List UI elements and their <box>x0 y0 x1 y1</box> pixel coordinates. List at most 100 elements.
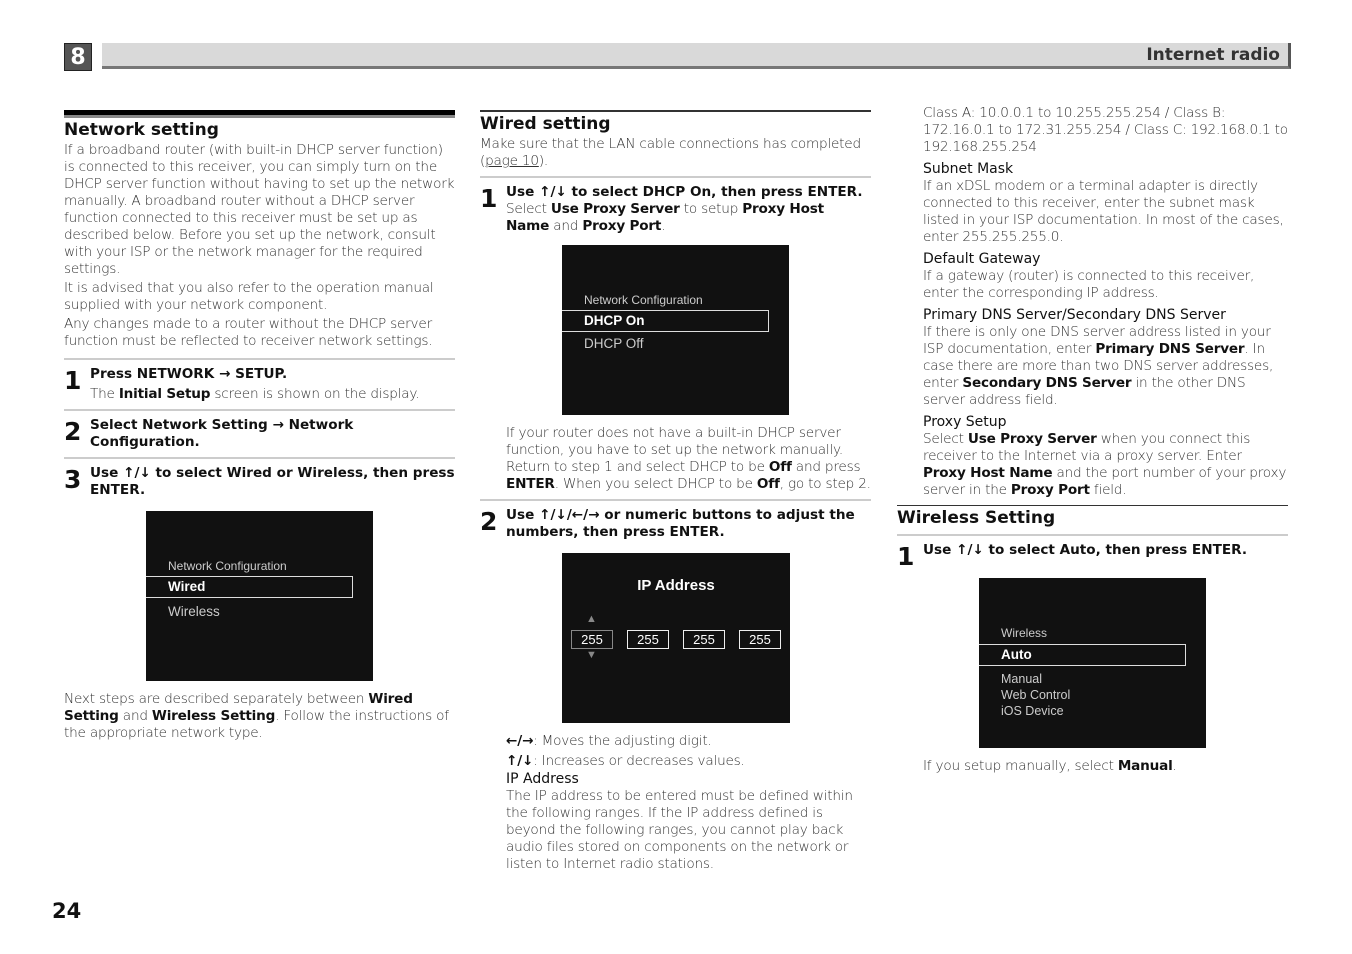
osd-item: Manual <box>1001 672 1042 686</box>
text-segment: : Moves the adjusting digit. <box>533 733 712 749</box>
paragraph: If an xDSL modem or a terminal adapter i… <box>923 178 1288 246</box>
step-heading: Use ↑/↓/←/→ or numeric buttons to adjust… <box>506 507 855 540</box>
up-arrow-icon: ▲ <box>586 613 597 625</box>
chapter-badge: 8 <box>64 43 92 71</box>
down-arrow-icon: ▼ <box>586 649 597 661</box>
section-title: Internet radio <box>1146 45 1280 65</box>
text-segment: Proxy Host Name <box>923 465 1053 481</box>
text-segment: Next steps are described separately betw… <box>64 691 369 707</box>
paragraph: If a gateway (router) is connected to th… <box>923 268 1288 302</box>
paragraph: Select Use Proxy Server when you connect… <box>923 431 1288 499</box>
paragraph: If a broadband router (with built-in DHC… <box>64 142 455 278</box>
header-bar <box>102 43 1291 69</box>
step-2: 2 Select Network Setting → Network Confi… <box>64 409 455 451</box>
paragraph: Class A: 10.0.0.1 to 10.255.255.254 / Cl… <box>923 105 1288 156</box>
osd-item: iOS Device <box>1001 704 1064 718</box>
text-segment: It is advised that you also refer to the… <box>64 280 434 313</box>
text-segment: : Increases or decreases values. <box>533 753 745 769</box>
text-segment: . <box>661 218 666 234</box>
right-column: Class A: 10.0.0.1 to 10.255.255.254 / Cl… <box>897 105 1288 775</box>
subheading: Default Gateway <box>923 251 1041 267</box>
text-segment: If a gateway (router) is connected to th… <box>923 268 1255 301</box>
osd-selected-item: Wired <box>146 576 353 598</box>
legend-line: ↑/↓: Increases or decreases values. <box>506 753 871 770</box>
osd-caption: Network Configuration <box>168 559 287 573</box>
paragraph: If your router does not have a built-in … <box>506 425 871 493</box>
divider <box>64 110 455 118</box>
osd-caption: Wireless <box>1001 626 1048 640</box>
ip-octet: 255 <box>571 630 613 649</box>
step-heading: Use ↑/↓ to select DHCP On, then press EN… <box>506 184 863 200</box>
text-segment: Secondary DNS Server <box>962 375 1132 391</box>
step-1: 1 Use ↑/↓ to select Auto, then press ENT… <box>897 534 1288 571</box>
text-segment: . <box>1172 758 1177 774</box>
text-segment: The <box>90 386 119 402</box>
text-segment: field. <box>1089 482 1127 498</box>
osd-ip-address: IP Address ▲ ▼ 255 255 255 255 <box>562 553 790 723</box>
middle-column: Wired setting Make sure that the LAN cab… <box>480 110 871 873</box>
text-segment: ←/→ <box>506 733 534 749</box>
step-number: 3 <box>64 465 82 494</box>
subheading: Proxy Setup <box>923 414 1007 430</box>
text-segment: Off <box>756 476 780 492</box>
ip-octet: 255 <box>683 630 725 649</box>
text-segment: Use Proxy Server <box>967 431 1097 447</box>
text-segment: If an xDSL modem or a terminal adapter i… <box>923 178 1284 245</box>
step-1: 1 Press NETWORK → SETUP. The Initial Set… <box>64 358 455 403</box>
osd-title: IP Address <box>637 577 715 594</box>
divider <box>897 505 1288 506</box>
step-number: 1 <box>64 366 82 395</box>
text-segment: Manual <box>1117 758 1173 774</box>
paragraph: The IP address to be entered must be def… <box>506 788 871 873</box>
text-segment: to setup <box>679 201 743 217</box>
text-segment: screen is shown on the display. <box>210 386 420 402</box>
osd-dhcp: Network Configuration DHCP On DHCP Off <box>562 245 789 415</box>
text-segment: Primary DNS Server <box>1095 341 1245 357</box>
text-segment: and <box>118 708 152 724</box>
step-number: 1 <box>897 542 915 571</box>
page-number: 24 <box>52 899 82 923</box>
paragraph: Next steps are described separately betw… <box>64 691 455 742</box>
page-link[interactable]: page 10 <box>485 153 539 169</box>
text-segment: The IP address to be entered must be def… <box>506 788 853 872</box>
paragraph: If you setup manually, select Manual. <box>923 758 1288 775</box>
step-number: 2 <box>480 507 498 536</box>
text-segment: Class A: 10.0.0.1 to 10.255.255.254 / Cl… <box>923 105 1288 155</box>
osd-item: Wireless <box>168 604 220 619</box>
step-1: 1 Use ↑/↓ to select DHCP On, then press … <box>480 176 871 235</box>
text-segment: Proxy Port <box>1010 482 1090 498</box>
paragraph: If there is only one DNS server address … <box>923 324 1288 409</box>
text-segment: , go to step 2. <box>779 476 871 492</box>
step-number: 2 <box>64 417 82 446</box>
osd-caption: Network Configuration <box>584 293 703 307</box>
osd-item: Web Control <box>1001 688 1071 702</box>
step-text: Select Use Proxy Server to setup Proxy H… <box>506 201 871 235</box>
text-segment: Any changes made to a router without the… <box>64 316 433 349</box>
step-text: The Initial Setup screen is shown on the… <box>90 386 420 403</box>
heading-wired-setting: Wired setting <box>480 114 611 134</box>
text-segment: and <box>549 218 583 234</box>
step-heading: Use ↑/↓ to select Auto, then press ENTER… <box>923 542 1248 558</box>
text-segment: Off <box>768 459 792 475</box>
osd-wireless: Wireless Auto Manual Web Control iOS Dev… <box>979 578 1206 748</box>
step-heading: Press NETWORK → SETUP. <box>90 366 288 382</box>
heading-network-setting: Network setting <box>64 120 219 140</box>
divider <box>480 110 871 112</box>
step-heading: Use ↑/↓ to select Wired or Wireless, the… <box>90 465 455 498</box>
text-segment: ). <box>538 153 549 169</box>
step-number: 1 <box>480 184 498 213</box>
osd-network-configuration: Network Configuration Wired Wireless <box>146 511 373 681</box>
text-segment: ENTER <box>506 476 555 492</box>
ip-octet: 255 <box>627 630 669 649</box>
step-heading: Select Network Setting → Network Configu… <box>90 417 354 450</box>
left-column: Network setting If a broadband router (w… <box>64 110 455 742</box>
heading-wireless-setting: Wireless Setting <box>897 508 1056 528</box>
paragraph: Any changes made to a router without the… <box>64 316 455 350</box>
text-segment: Select <box>506 201 551 217</box>
text-segment: . When you select DHCP to be <box>554 476 757 492</box>
text-segment: Proxy Port <box>582 218 662 234</box>
text-segment: If you setup manually, select <box>923 758 1118 774</box>
step-2: 2 Use ↑/↓/←/→ or numeric buttons to adju… <box>480 499 871 541</box>
legend-line: ←/→: Moves the adjusting digit. <box>506 733 871 750</box>
paragraph: Make sure that the LAN cable connections… <box>480 136 871 170</box>
